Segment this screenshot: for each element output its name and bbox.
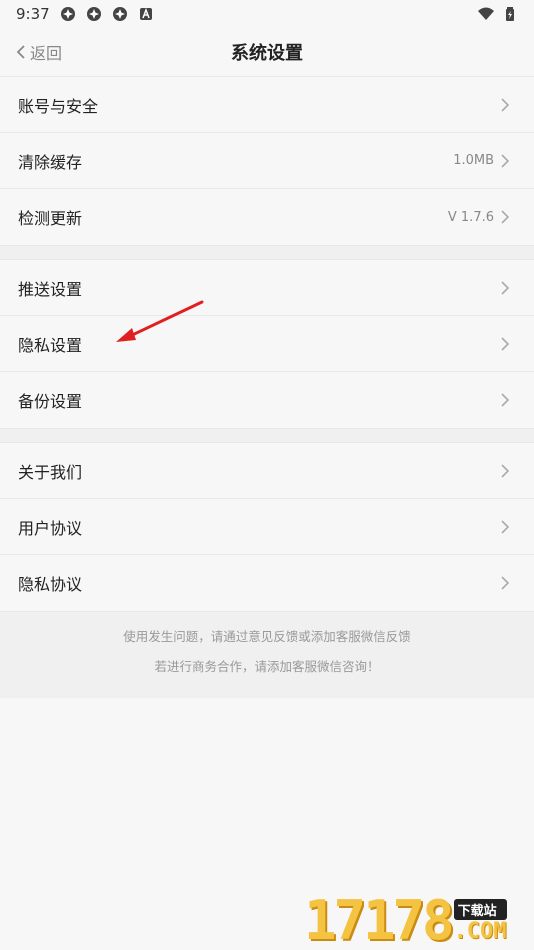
row-label: 关于我们 xyxy=(18,462,83,482)
chevron-right-icon xyxy=(501,576,510,590)
chevron-right-icon xyxy=(501,153,510,168)
watermark-logo: 17178 下载站 .COM xyxy=(304,890,530,948)
row-right xyxy=(500,336,510,352)
status-bar-left: 9:37 xyxy=(16,5,154,23)
watermark-number: 17178 xyxy=(304,889,455,950)
settings-row-push[interactable]: 推送设置 xyxy=(0,260,534,316)
settings-row-privacy[interactable]: 隐私设置 xyxy=(0,316,534,372)
chevron-right-icon xyxy=(501,280,510,295)
watermark-suffix: .COM xyxy=(453,919,507,944)
row-right xyxy=(494,97,510,113)
settings-row-check-update[interactable]: 检测更新 V 1.7.6 xyxy=(0,189,534,245)
chevron-right-icon xyxy=(501,210,510,224)
row-label: 检测更新 xyxy=(18,209,83,228)
chevron-right-icon xyxy=(501,97,510,112)
nav-bar: 返回 系统设置 xyxy=(0,28,534,76)
chevron-right-icon xyxy=(501,463,510,478)
status-bar-right xyxy=(478,6,518,22)
row-label: 账号与安全 xyxy=(18,96,99,116)
row-right xyxy=(500,575,510,591)
version-value: V 1.7.6 xyxy=(447,209,494,225)
settings-group-about: 关于我们 用户协议 隐私协议 xyxy=(0,442,534,611)
footer-line-feedback: 使用发生问题，请通过意见反馈或添加客服微信反馈 xyxy=(123,629,411,644)
a-badge-icon xyxy=(139,7,152,20)
app-icon xyxy=(112,7,127,21)
row-label: 用户协议 xyxy=(18,518,83,538)
chevron-left-icon xyxy=(16,45,25,59)
row-label: 隐私协议 xyxy=(18,575,83,594)
back-button[interactable]: 返回 xyxy=(16,28,62,76)
watermark-side: 下载站 .COM xyxy=(453,899,507,944)
settings-row-backup[interactable]: 备份设置 xyxy=(0,372,534,428)
status-bar: 9:37 xyxy=(0,0,534,28)
row-label: 推送设置 xyxy=(18,279,83,299)
annotation-arrow-icon xyxy=(116,300,204,342)
battery-icon xyxy=(506,7,514,21)
row-right xyxy=(500,519,510,535)
row-label: 清除缓存 xyxy=(18,152,83,172)
wifi-icon xyxy=(478,7,494,20)
settings-row-account-security[interactable]: 账号与安全 xyxy=(0,77,534,133)
group-divider xyxy=(0,428,534,442)
footer-note: 使用发生问题，请通过意见反馈或添加客服微信反馈 若进行商务合作，请添加客服微信咨… xyxy=(0,611,534,698)
app-icon xyxy=(86,7,101,21)
row-right xyxy=(500,392,510,408)
app-icon xyxy=(60,7,75,21)
watermark-tag: 下载站 xyxy=(453,899,507,920)
settings-group-account: 账号与安全 清除缓存 1.0MB 检测更新 V 1.7.6 xyxy=(0,76,534,245)
settings-row-clear-cache[interactable]: 清除缓存 1.0MB xyxy=(0,133,534,189)
chevron-right-icon xyxy=(501,336,510,351)
page-title: 系统设置 xyxy=(231,43,303,64)
row-label: 备份设置 xyxy=(18,392,83,411)
chevron-right-icon xyxy=(501,519,510,534)
back-label: 返回 xyxy=(30,44,63,63)
settings-row-user-agreement[interactable]: 用户协议 xyxy=(0,499,534,555)
row-right xyxy=(500,463,510,479)
row-right: 1.0MB xyxy=(453,153,510,169)
group-divider xyxy=(0,245,534,259)
settings-row-about-us[interactable]: 关于我们 xyxy=(0,443,534,499)
chevron-right-icon xyxy=(501,393,510,407)
row-right xyxy=(500,280,510,296)
settings-row-privacy-agreement[interactable]: 隐私协议 xyxy=(0,555,534,611)
row-right: V 1.7.6 xyxy=(448,209,510,225)
cache-size-value: 1.0MB xyxy=(453,153,494,168)
status-time: 9:37 xyxy=(16,5,50,23)
settings-group-preferences: 推送设置 隐私设置 备份设置 xyxy=(0,259,534,428)
footer-line-business: 若进行商务合作，请添加客服微信咨询！ xyxy=(154,659,380,674)
row-label: 隐私设置 xyxy=(18,335,83,355)
